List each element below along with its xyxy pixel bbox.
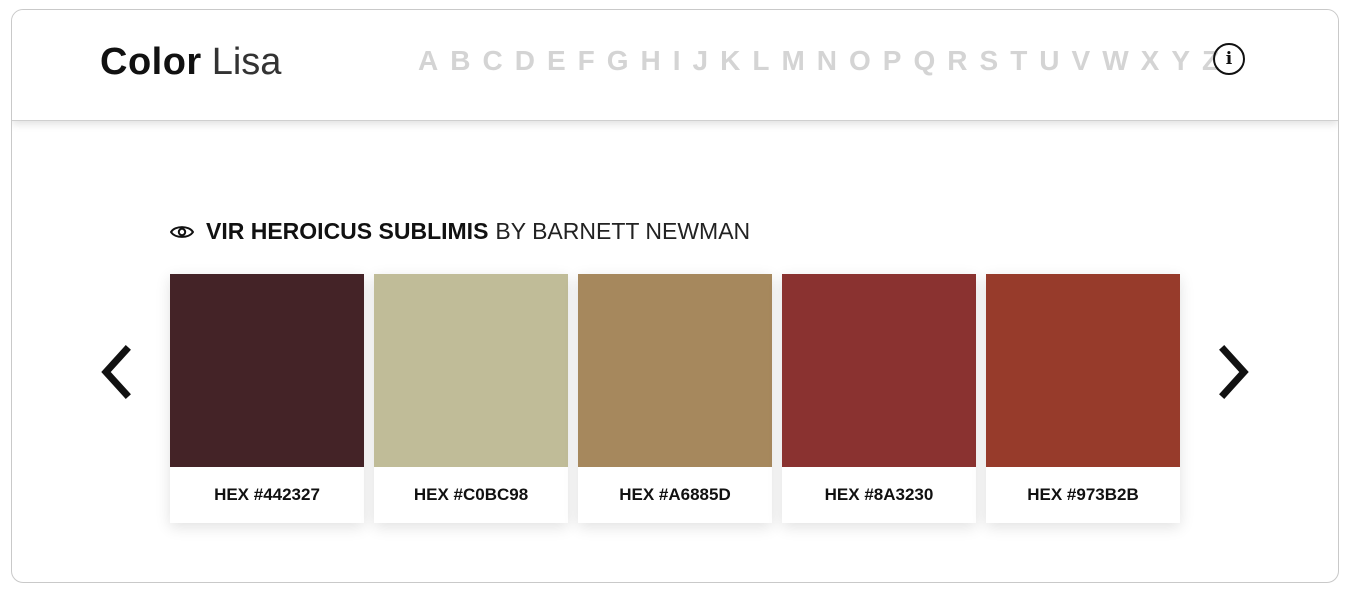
alphabet-letter-e[interactable]: E xyxy=(541,44,572,78)
info-icon[interactable]: i xyxy=(1213,43,1245,75)
color-swatch[interactable] xyxy=(578,274,772,467)
header: Color Lisa ABCDEFGHIJKLMNOPQRSTUVWXYZ i xyxy=(12,10,1338,121)
eye-icon[interactable] xyxy=(170,224,194,240)
alphabet-letter-h[interactable]: H xyxy=(635,44,667,78)
alphabet-letter-q[interactable]: Q xyxy=(907,44,941,78)
alphabet-letter-r[interactable]: R xyxy=(941,44,973,78)
hex-label: HEX #8A3230 xyxy=(824,485,934,504)
painting-title-row: VIR HEROICUS SUBLIMIS BY BARNETT NEWMAN xyxy=(170,218,750,245)
alphabet-letter-p[interactable]: P xyxy=(877,44,908,78)
color-swatch-card[interactable]: HEX #C0BC98 xyxy=(374,274,568,523)
hex-label: HEX #A6885D xyxy=(619,485,731,504)
alphabet-letter-w[interactable]: W xyxy=(1096,44,1134,78)
alphabet-letter-b[interactable]: B xyxy=(444,44,476,78)
color-swatch-card[interactable]: HEX #8A3230 xyxy=(782,274,976,523)
color-swatch[interactable] xyxy=(170,274,364,467)
alphabet-letter-k[interactable]: K xyxy=(714,44,746,78)
alphabet-letter-f[interactable]: F xyxy=(572,44,601,78)
color-swatch[interactable] xyxy=(374,274,568,467)
alphabet-letter-i[interactable]: I xyxy=(667,44,687,78)
color-swatch[interactable] xyxy=(986,274,1180,467)
alphabet-letter-s[interactable]: S xyxy=(974,44,1005,78)
hex-label: HEX #973B2B xyxy=(1027,485,1139,504)
alphabet-letter-x[interactable]: X xyxy=(1135,44,1166,78)
hex-label: HEX #442327 xyxy=(214,485,320,504)
alphabet-letter-g[interactable]: G xyxy=(601,44,635,78)
color-swatch-card[interactable]: HEX #442327 xyxy=(170,274,364,523)
painting-artist: BY BARNETT NEWMAN xyxy=(495,218,751,244)
alphabet-letter-j[interactable]: J xyxy=(687,44,715,78)
alphabet-letter-t[interactable]: T xyxy=(1004,44,1033,78)
alphabet-letter-m[interactable]: M xyxy=(775,44,810,78)
logo-light-text: Lisa xyxy=(211,41,282,83)
alphabet-letter-a[interactable]: A xyxy=(412,44,444,78)
swatch-list: HEX #442327 HEX #C0BC98 HEX #A6885D HEX #8A… xyxy=(170,274,1180,523)
chevron-left-icon[interactable] xyxy=(96,344,136,400)
painting-title[interactable]: VIR HEROICUS SUBLIMIS xyxy=(206,218,488,245)
logo-bold-text: Color xyxy=(100,41,202,83)
color-swatch[interactable] xyxy=(782,274,976,467)
color-swatch-card[interactable]: HEX #A6885D xyxy=(578,274,772,523)
alphabet-letter-n[interactable]: N xyxy=(811,44,843,78)
alphabet-letter-l[interactable]: L xyxy=(746,44,775,78)
chevron-right-icon[interactable] xyxy=(1214,344,1254,400)
alphabet-letter-v[interactable]: V xyxy=(1066,44,1097,78)
alphabet-letter-u[interactable]: U xyxy=(1033,44,1065,78)
color-swatch-card[interactable]: HEX #973B2B xyxy=(986,274,1180,523)
alphabet-letter-c[interactable]: C xyxy=(476,44,508,78)
logo[interactable]: Color Lisa xyxy=(100,40,281,84)
info-icon-glyph: i xyxy=(1225,48,1233,69)
alphabet-letter-d[interactable]: D xyxy=(509,44,541,78)
app-frame: Color Lisa ABCDEFGHIJKLMNOPQRSTUVWXYZ i V… xyxy=(11,9,1339,583)
hex-label: HEX #C0BC98 xyxy=(413,485,529,504)
alphabet-letter-y[interactable]: Y xyxy=(1165,44,1196,78)
alphabet-letter-o[interactable]: O xyxy=(843,44,877,78)
alphabet-nav: ABCDEFGHIJKLMNOPQRSTUVWXYZ xyxy=(412,44,1225,78)
